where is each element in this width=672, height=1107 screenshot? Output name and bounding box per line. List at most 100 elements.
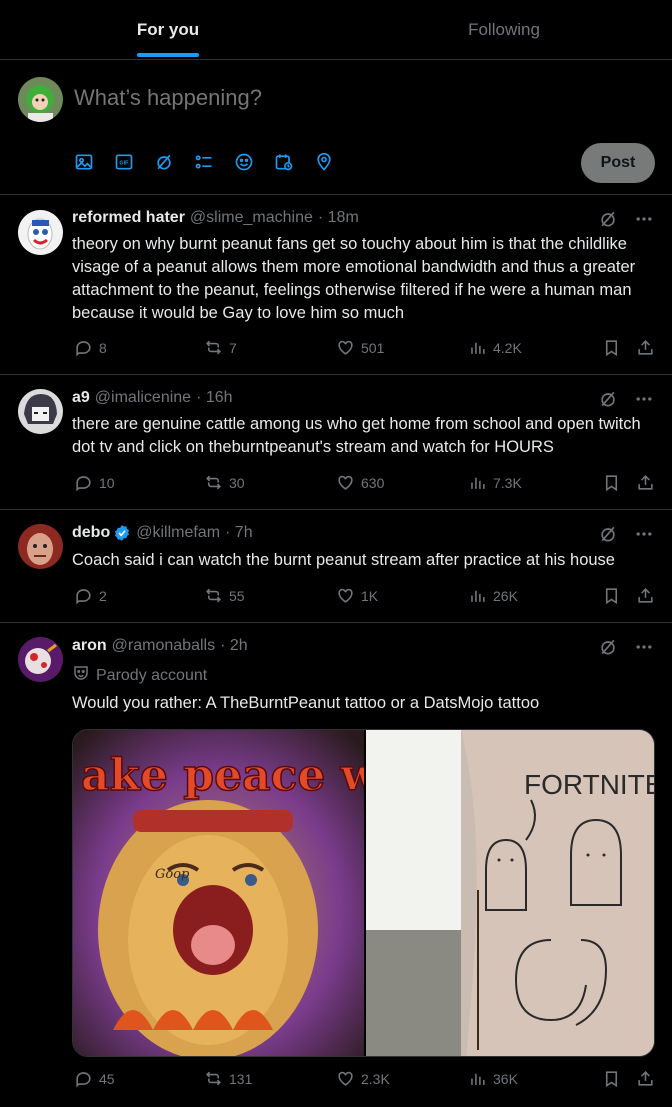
repost-button[interactable]: 7 <box>204 338 237 357</box>
tweet[interactable]: reformed hater @slime_machine · 18m theo… <box>0 195 672 375</box>
tattoo-photo-left[interactable]: ake peace wit Goop <box>73 730 364 1056</box>
tab-for-you-label: For you <box>136 19 200 39</box>
tweet[interactable]: debo @killmefam · 7h Coach said i can wa… <box>0 510 672 623</box>
active-tab-indicator <box>137 53 199 57</box>
views-button[interactable]: 36K <box>468 1069 518 1088</box>
heart-icon <box>338 475 353 490</box>
more-icon[interactable] <box>634 524 654 549</box>
grok-icon[interactable] <box>598 524 618 549</box>
more-icon[interactable] <box>634 389 654 414</box>
timeline-tabs: For you Following <box>0 0 672 60</box>
views-icon <box>471 342 485 354</box>
tab-following-label: Following <box>468 19 540 39</box>
timestamp[interactable]: · 7h <box>225 524 253 542</box>
tattoo-fortnite-text: FORTNITE <box>524 769 654 800</box>
avatar[interactable] <box>18 389 63 434</box>
grok-icon[interactable] <box>154 148 194 176</box>
avatar[interactable] <box>18 524 63 569</box>
tweet-text: Coach said i can watch the burnt peanut … <box>72 551 615 569</box>
share-button[interactable] <box>636 586 655 605</box>
views-button[interactable]: 4.2K <box>468 338 522 357</box>
tweet-header: debo @killmefam · 7h <box>72 524 253 542</box>
emoji-icon[interactable] <box>234 148 274 176</box>
grok-icon[interactable] <box>598 389 618 414</box>
like-button[interactable]: 630 <box>336 473 384 492</box>
reply-button[interactable]: 2 <box>74 586 107 605</box>
heart-icon <box>338 340 353 355</box>
display-name[interactable]: a9 <box>72 389 90 407</box>
tweet-header: aron @ramonaballs · 2h <box>72 637 248 655</box>
avatar[interactable] <box>18 637 63 682</box>
tweet-text: Would you rather: A TheBurntPeanut tatto… <box>72 694 540 712</box>
bookmark-button[interactable] <box>602 473 621 492</box>
reply-count: 45 <box>99 1070 115 1087</box>
more-icon[interactable] <box>634 637 654 662</box>
repost-count: 30 <box>229 474 245 491</box>
tweet-actions: 45 131 2.3K 36K <box>72 1069 656 1093</box>
user-handle[interactable]: @killmefam <box>136 524 220 542</box>
reply-button[interactable]: 8 <box>74 338 107 357</box>
view-count: 7.3K <box>493 474 522 491</box>
like-button[interactable]: 1K <box>336 586 378 605</box>
bookmark-icon <box>605 1071 618 1088</box>
reply-count: 2 <box>99 587 107 604</box>
user-handle[interactable]: @ramonaballs <box>112 637 215 655</box>
svg-text:GIF: GIF <box>119 161 129 167</box>
reply-button[interactable]: 45 <box>74 1069 115 1088</box>
share-button[interactable] <box>636 338 655 357</box>
like-button[interactable]: 501 <box>336 338 384 357</box>
gif-icon[interactable]: GIF <box>114 148 154 176</box>
repost-button[interactable]: 131 <box>204 1069 252 1088</box>
repost-button[interactable]: 30 <box>204 473 245 492</box>
repost-count: 131 <box>229 1070 253 1087</box>
parody-mask-icon <box>72 664 90 687</box>
grok-icon[interactable] <box>598 637 618 662</box>
media-icon[interactable] <box>74 148 114 176</box>
tweet[interactable]: a9 @imalicenine · 16h there are genuine … <box>0 375 672 510</box>
views-button[interactable]: 7.3K <box>468 473 522 492</box>
schedule-icon[interactable] <box>274 148 314 176</box>
heart-icon <box>338 588 353 603</box>
composer: GIF Post <box>0 60 672 195</box>
tab-following[interactable]: Following <box>336 0 672 59</box>
like-button[interactable]: 2.3K <box>336 1069 390 1088</box>
post-button[interactable]: Post <box>581 143 655 183</box>
display-name[interactable]: aron <box>72 637 107 655</box>
views-icon <box>471 1073 485 1085</box>
grok-icon[interactable] <box>598 209 618 234</box>
share-button[interactable] <box>636 473 655 492</box>
display-name[interactable]: reformed hater <box>72 209 185 227</box>
repost-button[interactable]: 55 <box>204 586 245 605</box>
repost-icon <box>206 475 221 490</box>
reply-button[interactable]: 10 <box>74 473 115 492</box>
media-gallery[interactable]: ake peace wit Goop FORTNITE <box>72 729 655 1057</box>
timestamp[interactable]: · 2h <box>220 637 248 655</box>
user-handle[interactable]: @imalicenine <box>95 389 191 407</box>
poll-icon[interactable] <box>194 148 234 176</box>
timestamp[interactable]: · 16h <box>196 389 232 407</box>
avatar[interactable] <box>18 210 63 255</box>
tweet[interactable]: aron @ramonaballs · 2h Parody account Wo… <box>0 623 672 1107</box>
bookmark-button[interactable] <box>602 586 621 605</box>
tweet-actions: 2 55 1K 26K <box>72 586 656 610</box>
share-button[interactable] <box>636 1069 655 1088</box>
timestamp[interactable]: · 18m <box>318 209 359 227</box>
repost-count: 55 <box>229 587 245 604</box>
tattoo-photo-right[interactable]: FORTNITE <box>366 730 654 1056</box>
more-icon[interactable] <box>634 209 654 234</box>
heart-icon <box>338 1071 353 1086</box>
bookmark-button[interactable] <box>602 338 621 357</box>
bookmark-button[interactable] <box>602 1069 621 1088</box>
compose-input[interactable] <box>74 85 634 111</box>
location-icon[interactable] <box>314 148 354 176</box>
tweet-text: theory on why burnt peanut fans get so t… <box>72 235 636 322</box>
reply-count: 8 <box>99 339 107 356</box>
display-name[interactable]: debo <box>72 524 110 542</box>
avatar[interactable] <box>18 77 63 122</box>
like-count: 630 <box>361 474 385 491</box>
repost-icon <box>206 1071 221 1086</box>
tattoo-banner-text: ake peace wit <box>81 750 364 801</box>
user-handle[interactable]: @slime_machine <box>190 209 313 227</box>
tab-for-you[interactable]: For you <box>0 0 336 59</box>
views-button[interactable]: 26K <box>468 586 518 605</box>
